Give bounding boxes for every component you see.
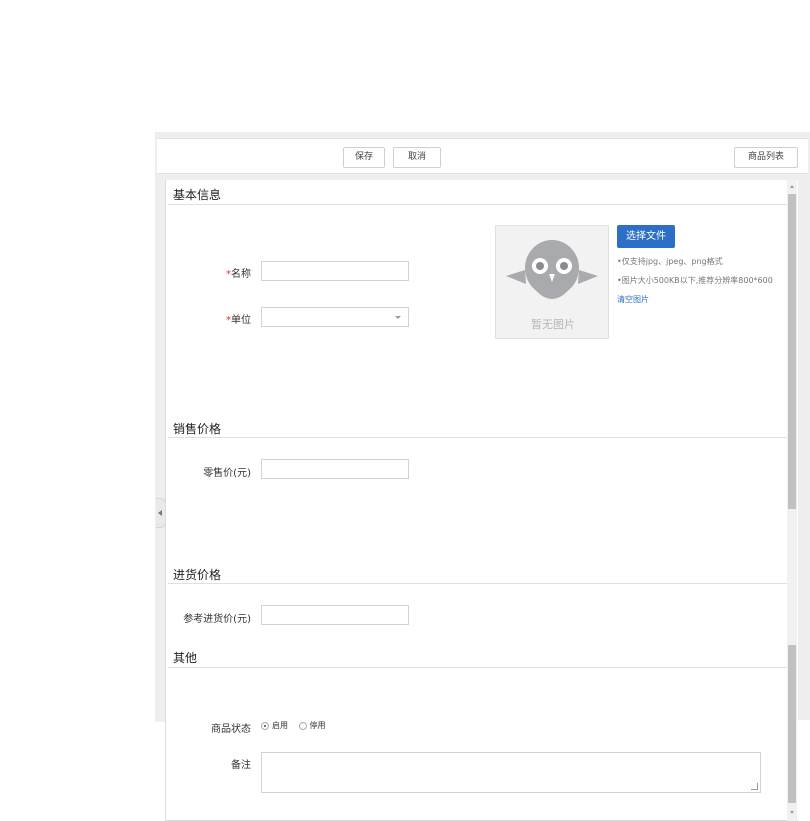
retail-price-input[interactable] bbox=[261, 459, 409, 479]
save-button[interactable]: 保存 bbox=[343, 147, 385, 168]
scroll-down-icon[interactable] bbox=[790, 811, 794, 814]
resize-grip-icon[interactable] bbox=[751, 783, 758, 790]
section-title-other: 其他 bbox=[173, 651, 198, 665]
clear-image-link[interactable]: 清空图片 bbox=[617, 294, 649, 305]
chevron-left-icon bbox=[158, 510, 162, 516]
vertical-scrollbar[interactable] bbox=[787, 180, 797, 821]
image-placeholder-caption: 暂无图片 bbox=[531, 318, 575, 331]
toolbar: 保存 取消 商品列表 bbox=[157, 138, 808, 174]
status-option-enabled: 启用 bbox=[272, 721, 288, 730]
form-content: 基本信息 *名称 *单位 暂无图片 选择文件 •仅支持jpg、jpeg、png格… bbox=[165, 180, 798, 821]
caret-down-icon bbox=[395, 316, 401, 319]
ref-purchase-price-input[interactable] bbox=[261, 605, 409, 625]
section-divider bbox=[168, 583, 788, 584]
scrollbar-thumb[interactable] bbox=[788, 194, 796, 509]
unit-select[interactable] bbox=[261, 307, 409, 327]
ref-purchase-price-label: 参考进货价(元) bbox=[183, 614, 251, 625]
unit-label: *单位 bbox=[226, 315, 251, 326]
scroll-up-icon[interactable] bbox=[790, 185, 794, 188]
choose-file-button[interactable]: 选择文件 bbox=[617, 225, 675, 248]
section-title-basic: 基本信息 bbox=[173, 188, 222, 202]
scrollbar-thumb-lower[interactable] bbox=[788, 645, 796, 803]
remark-textarea[interactable] bbox=[261, 752, 761, 793]
owl-placeholder-icon bbox=[506, 240, 598, 299]
section-title-sale-price: 销售价格 bbox=[173, 422, 222, 436]
image-placeholder: 暂无图片 bbox=[495, 225, 609, 339]
name-label: *名称 bbox=[226, 269, 251, 280]
status-label: 商品状态 bbox=[211, 724, 251, 735]
cancel-button[interactable]: 取消 bbox=[393, 147, 441, 168]
status-radio-group: 启用 停用 bbox=[261, 720, 334, 731]
section-divider bbox=[168, 437, 788, 438]
status-radio-enabled[interactable] bbox=[261, 721, 269, 730]
status-option-disabled: 停用 bbox=[309, 721, 326, 730]
retail-price-label: 零售价(元) bbox=[203, 468, 251, 479]
section-title-purchase-price: 进货价格 bbox=[173, 568, 222, 582]
status-radio-disabled[interactable] bbox=[298, 721, 307, 730]
remark-label: 备注 bbox=[231, 760, 251, 771]
product-list-button[interactable]: 商品列表 bbox=[734, 147, 798, 168]
section-divider bbox=[168, 204, 788, 205]
section-divider bbox=[168, 667, 788, 668]
size-tip: •图片大小500KB以下,推荐分辨率800*600 bbox=[617, 276, 773, 285]
name-input[interactable] bbox=[261, 261, 409, 281]
format-tip: •仅支持jpg、jpeg、png格式 bbox=[617, 257, 723, 266]
